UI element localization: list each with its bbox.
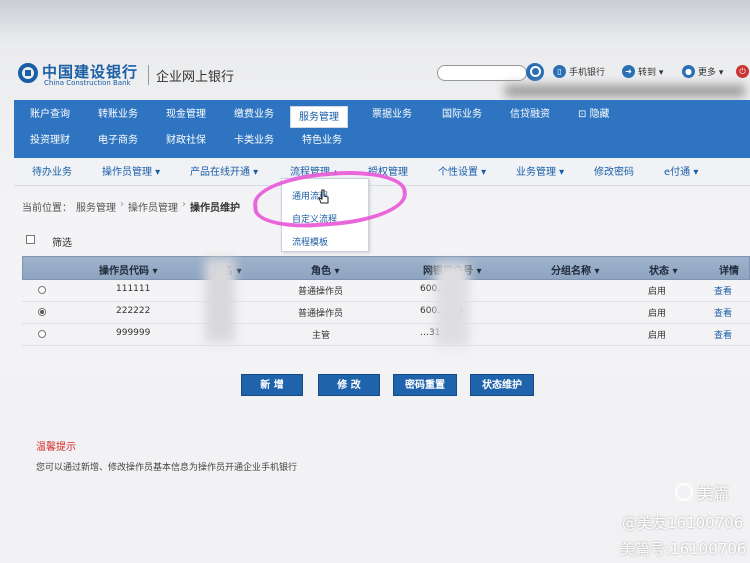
view-detail-link[interactable]: 查看	[714, 328, 732, 341]
breadcrumb: 当前位置： 服务管理 › 操作员管理 › 操作员维护	[22, 199, 240, 214]
breadcrumb-prefix: 当前位置：	[22, 203, 72, 214]
goto-menu[interactable]: ➜ 转到 ▾	[622, 65, 663, 78]
meipian-logo-icon	[675, 483, 693, 501]
power-icon: ⏻	[736, 65, 749, 78]
redacted-user-info	[505, 85, 745, 97]
screen-bezel	[0, 0, 750, 48]
menu-item-process-template[interactable]: 流程模板	[292, 235, 328, 248]
subnav-operator-management[interactable]: 操作员管理 ▾	[102, 163, 160, 178]
arrow-icon: ➜	[622, 65, 635, 78]
subnav-personal-settings[interactable]: 个性设置 ▾	[438, 163, 486, 178]
product-title: 企业网上银行	[156, 70, 235, 85]
nav-service-management[interactable]: 服务管理	[290, 106, 348, 128]
person-icon: ●	[682, 65, 695, 78]
tip-text: 您可以通过新增、修改操作员基本信息为操作员开通企业手机银行	[36, 463, 298, 473]
nav-finance-social[interactable]: 财政社保	[158, 130, 214, 152]
add-button[interactable]: 新 增	[241, 374, 303, 396]
mobile-bank-label: 手机银行	[569, 68, 606, 78]
nav-bills[interactable]: 票据业务	[364, 104, 420, 126]
redacted-user-numbers	[435, 262, 469, 346]
hand-cursor-icon	[318, 189, 329, 204]
collapse-icon: ⊡	[578, 109, 590, 120]
nav-cash-management[interactable]: 现金管理	[158, 104, 214, 126]
view-detail-link[interactable]: 查看	[714, 306, 732, 319]
nav-ecommerce[interactable]: 电子商务	[90, 130, 146, 152]
nav-international[interactable]: 国际业务	[434, 104, 490, 126]
phone-icon: ▯	[553, 65, 566, 78]
chevron-right-icon: ›	[182, 199, 186, 210]
ccb-logo-icon	[18, 63, 38, 83]
watermark-user: @美友16100706	[622, 514, 744, 532]
breadcrumb-item[interactable]: 服务管理	[76, 199, 116, 214]
cell-code: 999999	[116, 328, 151, 338]
mobile-bank-link[interactable]: ▯ 手机银行	[553, 65, 605, 78]
watermark-logo-text: 美篇	[697, 484, 730, 503]
col-detail: 详情	[719, 266, 739, 277]
view-detail-link[interactable]: 查看	[714, 284, 732, 297]
breadcrumb-current: 操作员维护	[190, 203, 240, 214]
row-radio[interactable]	[38, 330, 46, 338]
search-icon[interactable]	[526, 63, 544, 81]
filter-checkbox[interactable]	[26, 235, 35, 244]
table-header: 操作员代码 ▾ 姓名 ▾ 角色 ▾ 网银用户号 ▾ 分组名称 ▾ 状态 ▾ 详情	[22, 256, 750, 280]
cell-code: 111111	[116, 284, 151, 294]
nav-investment[interactable]: 投资理财	[22, 130, 78, 152]
breadcrumb-item[interactable]: 操作员管理	[128, 199, 178, 214]
subnav-todo[interactable]: 待办业务	[32, 163, 72, 178]
goto-label: 转到 ▾	[638, 68, 664, 78]
cell-role: 普通操作员	[298, 309, 344, 319]
cell-role: 普通操作员	[298, 287, 344, 297]
nav-transfer[interactable]: 转账业务	[90, 104, 146, 126]
subnav-product-online[interactable]: 产品在线开通 ▾	[190, 163, 258, 178]
watermark-id: 美篇号:16100706	[620, 540, 747, 558]
more-menu[interactable]: ● 更多 ▾	[682, 65, 723, 78]
tip-title: 温馨提示	[36, 442, 76, 453]
table-row[interactable]: 222222 普通操作员 600…333 启用 查看	[22, 302, 750, 324]
row-radio[interactable]	[38, 286, 46, 294]
brand-name-en: China Construction Bank	[44, 79, 131, 87]
nav-hide-label: 隐藏	[589, 109, 610, 120]
cell-status: 启用	[648, 309, 667, 319]
col-role[interactable]: 角色 ▾	[311, 262, 340, 277]
cell-status: 启用	[648, 287, 667, 297]
edit-button[interactable]: 修 改	[318, 374, 380, 396]
subnav-epay[interactable]: e付通 ▾	[664, 163, 698, 178]
reset-password-button[interactable]: 密码重置	[393, 374, 457, 396]
exit-button[interactable]: ⏻	[736, 65, 749, 78]
nav-cards[interactable]: 卡类业务	[226, 130, 282, 152]
table-row[interactable]: 999999 主管 …31 启用 查看	[22, 324, 750, 346]
nav-account-query[interactable]: 账户查询	[22, 104, 78, 126]
chevron-right-icon: ›	[120, 199, 124, 210]
col-group-name[interactable]: 分组名称 ▾	[551, 262, 600, 277]
subnav-change-password[interactable]: 修改密码	[594, 163, 634, 178]
nav-hide-toggle[interactable]: ⊡ 隐藏	[570, 104, 618, 126]
table-row[interactable]: 111111 普通操作员 600…2 启用 查看	[22, 280, 750, 302]
filter-label: 筛选	[52, 238, 72, 249]
nav-credit[interactable]: 信贷融资	[502, 104, 558, 126]
nav-payment[interactable]: 缴费业务	[226, 104, 282, 126]
more-label: 更多 ▾	[698, 68, 724, 78]
cell-code: 222222	[116, 306, 151, 316]
primary-nav: 账户查询 转账业务 现金管理 缴费业务 服务管理 票据业务 国际业务 信贷融资 …	[14, 100, 750, 158]
col-status[interactable]: 状态 ▾	[649, 262, 678, 277]
search-input[interactable]	[437, 65, 527, 81]
cell-status: 启用	[648, 331, 667, 341]
status-maintain-button[interactable]: 状态维护	[470, 374, 534, 396]
nav-featured[interactable]: 特色业务	[294, 130, 350, 152]
watermark-logo: 美篇	[675, 480, 729, 504]
redacted-names	[205, 258, 235, 342]
brand-divider	[148, 65, 149, 85]
subnav-business-management[interactable]: 业务管理 ▾	[516, 163, 564, 178]
operator-table: 操作员代码 ▾ 姓名 ▾ 角色 ▾ 网银用户号 ▾ 分组名称 ▾ 状态 ▾ 详情…	[22, 256, 750, 356]
cell-role: 主管	[312, 331, 331, 341]
row-radio-selected[interactable]	[38, 308, 46, 316]
col-operator-code[interactable]: 操作员代码 ▾	[99, 262, 158, 277]
